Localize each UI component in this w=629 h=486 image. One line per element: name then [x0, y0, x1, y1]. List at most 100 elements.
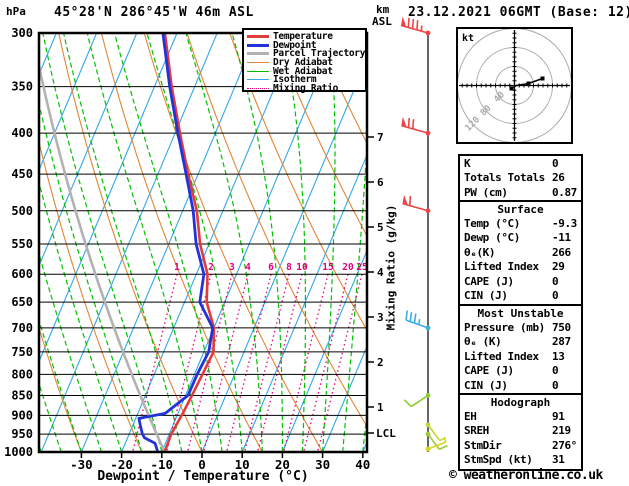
hodograph-trace-marker — [526, 81, 531, 86]
stats-value: 29 — [552, 260, 565, 274]
pressure-tick-label: 850 — [11, 388, 33, 402]
stats-value: 0 — [552, 157, 559, 170]
km-tick-label: 3 — [377, 311, 384, 324]
legend-swatch-dry-adiabat — [247, 61, 269, 63]
stats-row: Totals Totals 26 — [460, 171, 581, 185]
stats-value: 0 — [552, 288, 559, 302]
km-tick-label: 4 — [377, 266, 384, 279]
stats-label: StmSpd (kt) — [464, 453, 533, 467]
pressure-tick-label: 500 — [11, 204, 33, 218]
mixing-ratio-value-label: 20 — [342, 262, 354, 273]
wet-adiabat-line — [86, 33, 203, 452]
sounding-curves — [39, 33, 216, 452]
stats-value: 750 — [552, 321, 571, 334]
legend-label: Mixing Ratio — [273, 82, 339, 94]
stats-value: 219 — [552, 424, 571, 438]
isotherm-line — [281, 249, 367, 452]
stats-value: 0 — [552, 274, 559, 288]
stats-label: CIN (J) — [464, 288, 508, 302]
dry-adiabat-line — [186, 33, 367, 428]
pressure-tick-label: 1000 — [4, 445, 33, 459]
stats-value: 26 — [552, 171, 565, 185]
copyright-text: © weatheronline.co.uk — [449, 468, 603, 483]
stats-value: 0 — [552, 378, 559, 392]
stats-row: CIN (J) 0 — [460, 289, 581, 303]
wind-barb — [402, 194, 431, 214]
hodograph-trace-marker — [509, 86, 514, 91]
pressure-tick-label: 600 — [11, 267, 33, 281]
x-tick-label: 40 — [355, 457, 370, 472]
stats-box-surface: Surface Temp (°C) -9.3 Dewp (°C) -11 θₑ(K) 266… — [458, 200, 583, 307]
mixing-ratio-value-label: 15 — [322, 262, 334, 273]
legend-swatch-dewpoint — [247, 43, 269, 47]
stats-value: 0.87 — [552, 185, 577, 199]
stats-label: Totals Totals — [464, 171, 545, 185]
stats-value: 13 — [552, 349, 565, 363]
pressure-tick-label: 400 — [11, 126, 33, 140]
stats-row: CIN (J) 0 — [460, 379, 581, 393]
stats-label: EH — [464, 410, 477, 423]
stats-value: 0 — [552, 364, 559, 378]
stats-row: θₑ(K) 266 — [460, 246, 581, 260]
stats-label: θₑ (K) — [464, 335, 502, 349]
stats-value: 31 — [552, 453, 565, 467]
stats-row: K0 — [460, 157, 581, 171]
pressure-tick-label: 650 — [11, 295, 33, 309]
km-tick-label: 6 — [377, 176, 384, 189]
stats-label: Dewp (°C) — [464, 231, 521, 245]
stats-row: CAPE (J) 0 — [460, 364, 581, 378]
km-tick-label: 1 — [377, 401, 384, 414]
mixing-ratio-value-label: 1 — [174, 262, 180, 273]
legend-swatch-mixing-ratio — [247, 87, 269, 89]
stats-box-hodograph: Hodograph EH 91 SREH 219 StmDir 276° StmSpd (kt… — [458, 393, 583, 471]
legend-swatch-wet-adiabat — [247, 70, 269, 72]
wind-barb — [401, 116, 431, 136]
wet-adiabat-line — [282, 33, 306, 452]
wet-adiabat-line — [39, 101, 143, 452]
stats-box-title: Hodograph — [490, 396, 551, 409]
hodograph-trace-marker — [540, 76, 545, 81]
pressure-tick-label: 800 — [11, 367, 33, 381]
stats-label: CAPE (J) — [464, 364, 514, 378]
stats-box-indices: K 0 Totals Totals 26 PW (cm) 0.87 — [458, 154, 583, 204]
stats-label: PW (cm) — [464, 185, 508, 199]
isotherm-line — [161, 33, 339, 452]
mixing-ratio-line — [186, 274, 233, 452]
wind-barb — [425, 431, 448, 451]
datetime-title: 23.12.2021 06GMT (Base: 12) — [408, 5, 629, 20]
mixing-ratio-value-label: 6 — [268, 262, 274, 273]
mixing-ratio-value-label: 2 — [208, 262, 214, 273]
stats-value: -9.3 — [552, 217, 577, 230]
legend-box: Temperature Dewpoint Parcel Trajectory Dry … — [242, 28, 367, 94]
stats-value: 91 — [552, 410, 565, 423]
pressure-tick-label: 550 — [11, 237, 33, 251]
wind-barb — [405, 310, 431, 331]
stats-label: θₑ(K) — [464, 245, 496, 259]
stats-label: Pressure (mb) — [464, 321, 545, 334]
stats-row: EH 91 — [460, 410, 581, 424]
plot-frame — [37, 31, 369, 454]
stats-label: Lifted Index — [464, 349, 539, 363]
pressure-tick-label: 950 — [11, 427, 33, 441]
stats-row: PW (cm) 0.87 — [460, 186, 581, 200]
pressure-axis-unit: hPa — [6, 5, 26, 18]
mixing-ratio-line — [302, 274, 349, 452]
pressure-tick-label: 900 — [11, 408, 33, 422]
stats-box-most-unstable: Most Unstable Pressure (mb) 750 θₑ (K) 287 Li… — [458, 304, 583, 396]
stats-label: CIN (J) — [464, 378, 508, 392]
wet-adiabat-line — [113, 33, 223, 452]
wet-adiabat-line — [0, 33, 1, 452]
isotherm-line — [201, 57, 367, 452]
asl-axis-unit: ASL — [372, 15, 392, 28]
mixing-ratio-value-label: 10 — [296, 262, 308, 273]
x-axis-label: Dewpoint / Temperature (°C) — [97, 469, 309, 484]
km-tick-label: 5 — [377, 221, 384, 234]
stats-row: Pressure (mb) 750 — [460, 321, 581, 335]
wet-adiabat-line — [322, 33, 336, 452]
stats-label: Lifted Index — [464, 260, 539, 274]
mixing-ratio-value-label: 3 — [229, 262, 235, 273]
stats-label: Temp (°C) — [464, 217, 521, 230]
pressure-tick-label: 300 — [11, 26, 33, 40]
stats-value: 287 — [552, 335, 571, 349]
parcel-trajectory-curve — [39, 60, 166, 452]
